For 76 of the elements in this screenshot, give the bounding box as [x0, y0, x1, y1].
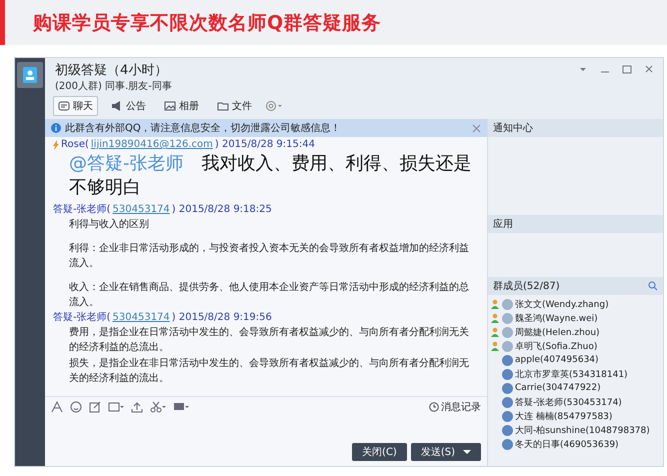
screen-icon[interactable] [173, 401, 189, 413]
message-text: @答疑-张老师 我对收入、费用、利得、损失还是不够明白 [68, 152, 472, 200]
avatar-icon [502, 312, 513, 324]
maximize-icon[interactable] [621, 63, 633, 75]
person-icon [490, 341, 500, 351]
panel-title: 应用 [493, 218, 513, 231]
member-name[interactable]: 大连 楠楠(854797583) [515, 410, 612, 422]
sender-link[interactable]: 530453174 [112, 312, 170, 322]
member-name[interactable]: 魏圣鸿(Wayne.wei) [515, 312, 598, 324]
lightning-icon [53, 140, 59, 150]
folder-icon [217, 100, 229, 112]
avatar-icon [502, 438, 513, 450]
avatar-icon [502, 340, 513, 352]
scissors-icon[interactable] [150, 401, 166, 413]
group-subtitle: (200人群) 同事.朋友-同事 [55, 80, 172, 93]
person-icon [490, 299, 500, 309]
member-name[interactable]: 北京市罗章英(534318141) [515, 368, 628, 380]
clock-icon [429, 402, 439, 412]
sender-name: 答疑-张老师( [53, 310, 111, 324]
photo-icon [164, 100, 176, 112]
banner-title: 购课学员专享不限次数名师Q群答疑服务 [33, 10, 382, 36]
avatar-icon [502, 354, 513, 366]
person-icon [490, 313, 500, 323]
megaphone-icon [111, 100, 123, 112]
gear-icon[interactable] [265, 100, 283, 112]
close-icon[interactable] [472, 124, 481, 132]
member-name[interactable]: 大同-柏sunshine(1048798378) [515, 424, 650, 436]
message-time: ) 2015/8/28 9:19:56 [172, 312, 272, 322]
avatar-icon [502, 410, 513, 422]
person-icon [490, 327, 500, 337]
font-icon[interactable] [51, 401, 63, 413]
tab[interactable]: 文件 [212, 96, 257, 116]
info-icon [51, 123, 61, 133]
message-time: ) 2015/8/28 9:15:44 [214, 139, 315, 150]
sender-name: 答疑-张老师( [53, 202, 111, 216]
sender-name: Rose( [61, 139, 89, 150]
member-name[interactable]: 卓明飞(Sofia.Zhuo) [515, 340, 598, 352]
notice-text: 此群含有外部QQ，请注意信息安全，切勿泄露公司敏感信息！ [65, 122, 342, 135]
tab[interactable]: 相册 [159, 96, 204, 116]
avatar-icon [502, 396, 513, 408]
close-button[interactable]: 关闭(C) [352, 443, 407, 461]
contact-card-icon[interactable] [17, 62, 43, 88]
edit-icon[interactable] [89, 401, 101, 413]
caret-icon [463, 448, 471, 456]
message-text: 收入：企业在销售商品、提供劳务、他人使用本企业资产等日常活动中形成的经济利益的总流入。 [68, 280, 470, 310]
message-text: 费用，是指企业在日常活动中发生的、会导致所有者权益减少的、与向所有者分配利润无关的经济利益的总流出。 [68, 326, 470, 355]
avatar-icon [502, 382, 513, 394]
tab[interactable]: 聊天 [53, 96, 98, 116]
member-name[interactable]: 冬天的日事(469053639) [515, 438, 619, 450]
panel-title: 通知中心 [493, 122, 533, 135]
smiley-icon[interactable] [70, 401, 82, 413]
chat-bubble-icon [58, 100, 70, 112]
member-name[interactable]: 周懿婕(Helen.zhou) [515, 326, 600, 338]
avatar-icon [502, 298, 513, 310]
message-text: 利得与收入的区别 [68, 218, 150, 232]
member-name[interactable]: 张文文(Wendy.zhang) [515, 298, 609, 310]
member-name[interactable]: 答疑-张老师(530453174) [515, 396, 622, 408]
message-time: ) 2015/8/28 9:18:25 [172, 204, 272, 214]
image-icon[interactable] [108, 401, 124, 413]
close-icon[interactable] [643, 63, 655, 75]
avatar-icon [502, 326, 513, 338]
panel-title: 群成员(52/87) [493, 280, 560, 293]
history-button[interactable]: 消息记录 [429, 400, 481, 414]
sender-link[interactable]: 530453174 [112, 204, 170, 214]
message-text: 利得：企业非日常活动形成的，与投资者投入资本无关的会导致所有者权益增加的经济利益流入。 [68, 242, 470, 271]
member-name[interactable]: Carrie(304747922) [515, 383, 601, 393]
avatar-icon [502, 368, 513, 380]
upload-icon[interactable] [131, 401, 143, 413]
message-text: 损失，是指企业在非日常活动中发生的、会导致所有者权益减少的、与向所有者分配利润无关的经济利益的流出。 [68, 356, 470, 386]
window-title: 初级答疑（4小时） [55, 62, 168, 79]
send-button[interactable]: 发送(S) [410, 443, 481, 461]
tab[interactable]: 公告 [106, 96, 151, 116]
avatar-icon [502, 424, 513, 436]
search-icon[interactable] [648, 281, 658, 291]
sender-link[interactable]: lijin19890416@126.com [90, 139, 213, 150]
member-name[interactable]: apple(407495634) [515, 355, 599, 365]
